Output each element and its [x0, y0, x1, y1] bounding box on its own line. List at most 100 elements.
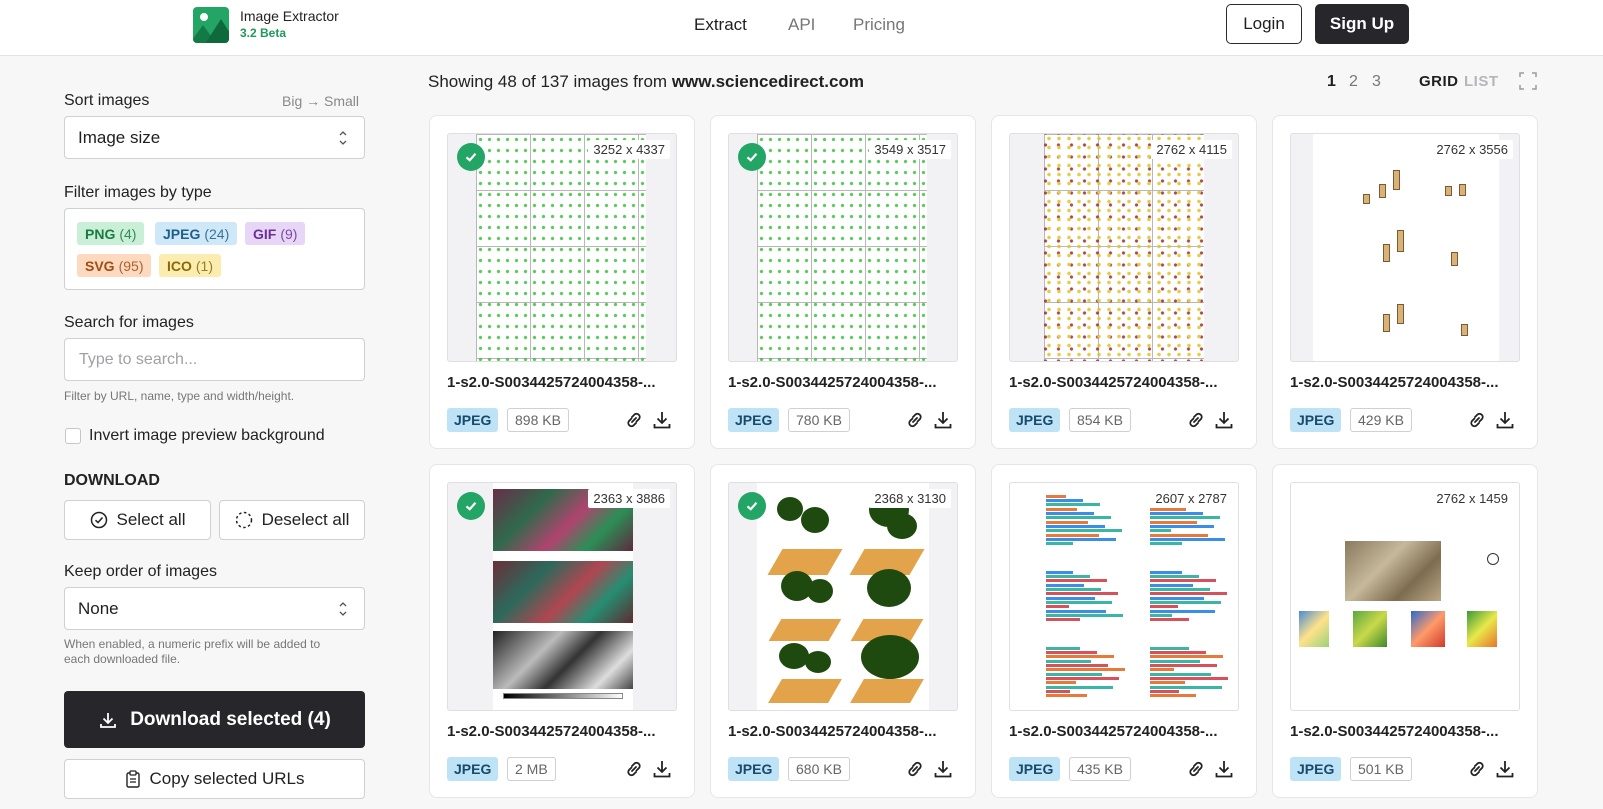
selected-check-icon[interactable]: [457, 492, 485, 520]
order-hint: When enabled, a numeric prefix will be a…: [64, 637, 321, 666]
select-all-button[interactable]: Select all: [64, 500, 211, 540]
image-dimensions: 2368 x 3130: [869, 489, 951, 508]
download-icon: [100, 712, 117, 728]
selected-check-icon[interactable]: [738, 143, 766, 171]
image-preview[interactable]: 2762 x 1459: [1290, 482, 1520, 711]
download-icon[interactable]: [651, 758, 673, 780]
image-preview[interactable]: 3549 x 3517: [728, 133, 958, 362]
signup-button[interactable]: Sign Up: [1315, 4, 1409, 44]
download-icon[interactable]: [932, 409, 954, 431]
sort-select-value: Image size: [78, 127, 161, 147]
image-type-badge: JPEG: [1009, 408, 1061, 432]
image-card[interactable]: 2762 x 3556 1-s2.0-S0034425724004358-... J…: [1272, 115, 1538, 449]
image-preview[interactable]: 3252 x 4337: [447, 133, 677, 362]
image-dimensions: 2607 x 2787: [1150, 489, 1232, 508]
image-preview[interactable]: 2607 x 2787: [1009, 482, 1239, 711]
image-filename: 1-s2.0-S0034425724004358-...: [1290, 723, 1499, 740]
nav-extract[interactable]: Extract: [694, 15, 747, 35]
image-filename: 1-s2.0-S0034425724004358-...: [1009, 723, 1218, 740]
selected-check-icon[interactable]: [457, 143, 485, 171]
search-input[interactable]: [64, 338, 365, 381]
image-card[interactable]: 3252 x 4337 1-s2.0-S0034425724004358-... J…: [429, 115, 695, 449]
nav-pricing[interactable]: Pricing: [853, 15, 905, 35]
image-dimensions: 3549 x 3517: [869, 140, 951, 159]
filter-tag-gif[interactable]: GIF (9): [245, 222, 306, 245]
image-filename: 1-s2.0-S0034425724004358-...: [447, 374, 656, 391]
link-icon[interactable]: [623, 758, 645, 780]
page-3[interactable]: 3: [1372, 73, 1381, 91]
view-list[interactable]: LIST: [1464, 73, 1499, 90]
image-dimensions: 2762 x 1459: [1431, 489, 1513, 508]
image-filename: 1-s2.0-S0034425724004358-...: [1290, 374, 1499, 391]
image-size-badge: 501 KB: [1350, 757, 1412, 781]
sort-select[interactable]: Image size: [64, 116, 365, 159]
selected-check-icon[interactable]: [738, 492, 766, 520]
download-icon[interactable]: [1213, 409, 1235, 431]
download-heading: DOWNLOAD: [64, 472, 160, 489]
link-icon[interactable]: [1466, 758, 1488, 780]
invert-label[interactable]: Invert image preview background: [89, 427, 325, 445]
copy-urls-button[interactable]: Copy selected URLs: [64, 759, 365, 799]
image-filename: 1-s2.0-S0034425724004358-...: [728, 723, 937, 740]
image-size-badge: 898 KB: [507, 408, 569, 432]
invert-checkbox[interactable]: [65, 428, 81, 444]
image-preview[interactable]: 2368 x 3130: [728, 482, 958, 711]
filter-tag-png[interactable]: PNG (4): [77, 222, 145, 245]
download-icon[interactable]: [1213, 758, 1235, 780]
image-type-badge: JPEG: [728, 757, 780, 781]
order-select-value: None: [78, 598, 119, 618]
page-2[interactable]: 2: [1349, 73, 1358, 91]
link-icon[interactable]: [1185, 409, 1207, 431]
search-hint: Filter by URL, name, type and width/heig…: [64, 389, 295, 403]
image-size-badge: 780 KB: [788, 408, 850, 432]
image-size-badge: 2 MB: [507, 757, 556, 781]
image-size-badge: 435 KB: [1069, 757, 1131, 781]
login-button[interactable]: Login: [1226, 4, 1302, 44]
download-icon[interactable]: [1494, 409, 1516, 431]
results-summary: Showing 48 of 137 images from www.scienc…: [428, 72, 864, 91]
image-preview[interactable]: 2762 x 4115: [1009, 133, 1239, 362]
chevron-updown-icon: [339, 131, 347, 145]
app-logo-icon[interactable]: [193, 7, 229, 43]
brand-name[interactable]: Image Extractor: [240, 8, 339, 24]
download-selected-button[interactable]: Download selected (4): [64, 691, 365, 748]
image-size-badge: 680 KB: [788, 757, 850, 781]
download-icon[interactable]: [932, 758, 954, 780]
image-card[interactable]: 3549 x 3517 1-s2.0-S0034425724004358-... J…: [710, 115, 976, 449]
image-preview[interactable]: 2363 x 3886: [447, 482, 677, 711]
image-size-badge: 854 KB: [1069, 408, 1131, 432]
image-card[interactable]: 2363 x 3886 1-s2.0-S0034425724004358-... J…: [429, 464, 695, 798]
download-icon[interactable]: [651, 409, 673, 431]
page-1[interactable]: 1: [1327, 73, 1336, 91]
image-type-badge: JPEG: [447, 408, 499, 432]
clipboard-icon: [125, 770, 140, 788]
image-dimensions: 3252 x 4337: [588, 140, 670, 159]
image-card[interactable]: 2762 x 1459 1-s2.0-S0034425724004358-... J…: [1272, 464, 1538, 798]
image-card[interactable]: 2762 x 4115 1-s2.0-S0034425724004358-... J…: [991, 115, 1257, 449]
image-type-badge: JPEG: [447, 757, 499, 781]
filter-label: Filter images by type: [64, 184, 212, 201]
fullscreen-icon[interactable]: [1518, 71, 1538, 91]
search-label: Search for images: [64, 314, 194, 331]
link-icon[interactable]: [1185, 758, 1207, 780]
download-icon[interactable]: [1494, 758, 1516, 780]
deselect-all-button[interactable]: Deselect all: [219, 500, 365, 540]
link-icon[interactable]: [904, 409, 926, 431]
image-card[interactable]: 2368 x 3130 1-s2.0-S0034425724004358-... J…: [710, 464, 976, 798]
image-type-badge: JPEG: [1290, 408, 1342, 432]
view-grid[interactable]: GRID: [1419, 73, 1459, 90]
link-icon[interactable]: [623, 409, 645, 431]
link-icon[interactable]: [1466, 409, 1488, 431]
image-type-badge: JPEG: [1290, 757, 1342, 781]
sort-direction-toggle[interactable]: Big → Small: [282, 93, 359, 109]
link-icon[interactable]: [904, 758, 926, 780]
order-select[interactable]: None: [64, 587, 365, 630]
order-label: Keep order of images: [64, 563, 217, 580]
filter-tag-svg[interactable]: SVG (95): [77, 254, 152, 277]
image-card[interactable]: 2607 x 2787 1-s2.0-S0034425724004358-... J…: [991, 464, 1257, 798]
image-preview[interactable]: 2762 x 3556: [1290, 133, 1520, 362]
filter-tag-ico[interactable]: ICO (1): [159, 254, 222, 277]
sort-label: Sort images: [64, 92, 150, 109]
filter-tag-jpeg[interactable]: JPEG (24): [155, 222, 238, 245]
nav-api[interactable]: API: [788, 15, 815, 35]
